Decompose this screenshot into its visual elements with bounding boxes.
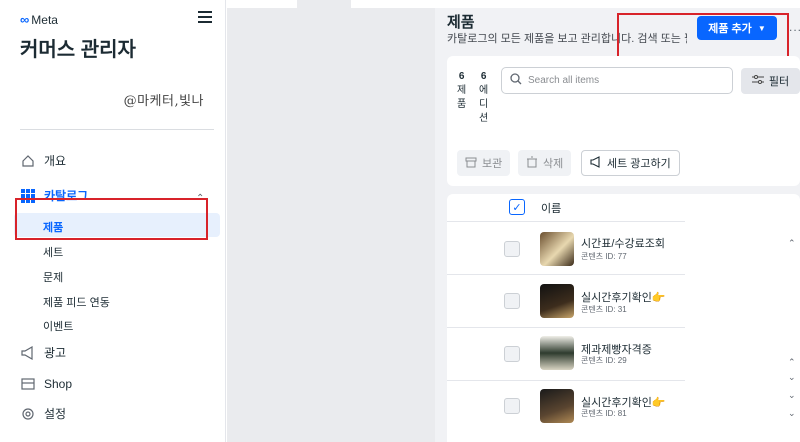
row-checkbox[interactable] [504,293,520,309]
nav-overview[interactable]: 개요 [20,152,66,169]
delete-button[interactable]: 삭제 [518,150,572,176]
row-checkbox[interactable] [504,346,520,362]
chevron-down-icon[interactable]: ⌄ [788,390,796,401]
app-title: 커머스 관리자 [20,39,136,61]
row-checkbox[interactable] [504,241,520,257]
archive-label: 보관 [482,158,503,170]
nav-settings[interactable]: 설정 [20,405,66,422]
nav-settings-label: 설정 [44,407,67,421]
hamburger-menu-icon[interactable] [198,11,212,23]
megaphone-icon [590,155,602,171]
chevron-up-icon[interactable]: ⌃ [788,357,796,368]
row-divider [447,380,685,381]
chevron-down-icon[interactable]: ⌄ [788,372,796,383]
nav-shop[interactable]: Shop [20,376,72,392]
chevron-down-icon[interactable]: ⌄ [788,408,796,419]
product-thumbnail [540,284,574,318]
nav-sub-events[interactable]: 이벤트 [43,318,73,334]
name-column-header: 이름 [541,203,562,215]
sliders-icon [751,74,764,88]
product-thumbnail [540,389,574,423]
chevron-up-icon[interactable]: ⌃ [788,238,796,249]
filter-button[interactable]: 필터 [741,68,800,94]
row-checkbox[interactable] [504,398,520,414]
product-name[interactable]: 실시간후기확인👉 [581,289,666,305]
megaphone-icon [20,345,36,361]
nav-ads-label: 광고 [44,346,67,360]
nav-shop-label: Shop [44,377,73,391]
product-id: 콘텐츠 ID: 31 [581,305,627,314]
edition-count: 6 에 디 션 [479,71,489,124]
product-id: 콘텐츠 ID: 29 [581,356,627,365]
annotation-highlight-box [15,198,208,240]
product-id: 콘텐츠 ID: 77 [581,252,627,261]
product-name[interactable]: 시간표/수강료조회 [581,235,665,251]
nav-overview-label: 개요 [44,154,67,168]
meta-logo[interactable]: ∞ Meta [20,12,58,27]
advertise-set-label: 세트 광고하기 [607,158,671,170]
meta-infinity-icon: ∞ [20,12,30,27]
meta-logo-text: Meta [31,12,58,27]
content-gap [227,0,435,442]
header-divider [447,221,685,222]
search-input[interactable] [528,75,718,86]
delete-label: 삭제 [543,158,564,170]
store-icon [20,376,36,392]
product-thumbnail [540,232,574,266]
row-divider [447,327,685,328]
gear-icon [20,406,36,422]
page-title: 제품 [447,14,475,31]
select-all-checkbox[interactable]: ✓ [509,199,525,215]
account-handle: @마케터,빛나 [123,94,204,109]
nav-ads[interactable]: 광고 [20,344,66,361]
more-options-icon[interactable]: ... [789,20,800,34]
row-divider [447,274,685,275]
archive-button[interactable]: 보관 [457,150,511,176]
home-icon [20,153,36,169]
product-count: 6 제 품 [457,71,467,110]
advertise-set-button[interactable]: 세트 광고하기 [581,150,680,176]
nav-sub-sets[interactable]: 세트 [43,244,63,260]
product-id: 콘텐츠 ID: 81 [581,409,627,418]
top-strip-divider [297,0,351,8]
search-box[interactable] [501,67,733,94]
product-thumbnail [540,336,574,370]
nav-sub-product-feed[interactable]: 제품 피드 연동 [43,294,110,310]
archive-icon [465,156,477,171]
filter-label: 필터 [768,76,790,88]
search-icon [510,73,522,88]
trash-icon [526,156,538,171]
account-selector[interactable]: @마케터,빛나 [20,68,214,130]
nav-sub-issues[interactable]: 문제 [43,269,63,285]
